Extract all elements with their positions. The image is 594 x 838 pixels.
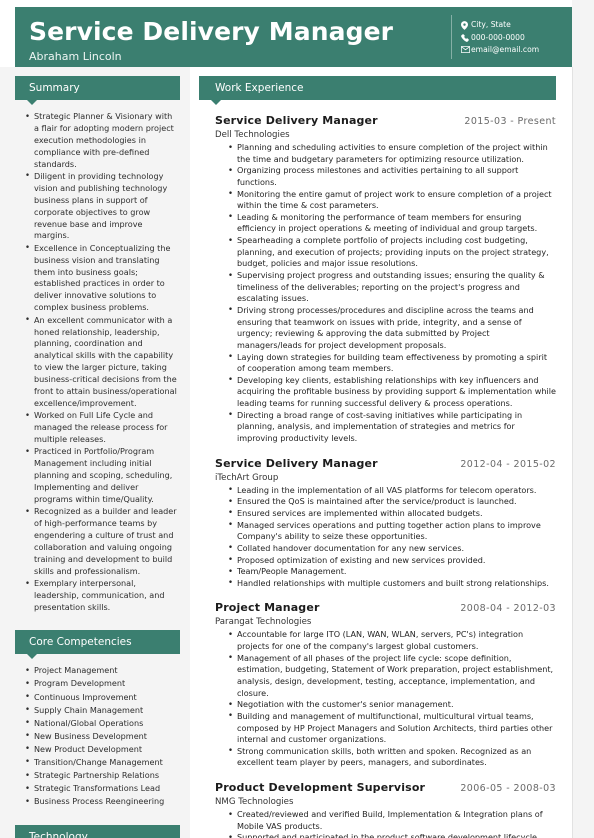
header-identity: Service Delivery Manager Abraham Lincoln — [15, 7, 451, 67]
job-company: iTechArt Group — [215, 472, 279, 483]
list-item: Spearheading a complete portfolio of pro… — [228, 235, 556, 270]
contact-location-text: City, State — [471, 20, 511, 30]
job-bullets: Accountable for large ITO (LAN, WAN, WLA… — [215, 629, 556, 769]
main-column: Work Experience Service Delivery Manager… — [190, 67, 572, 838]
job-header: Project Manager 2008-04 - 2012-03 — [215, 601, 556, 614]
list-item: Program Development — [25, 678, 178, 690]
list-item: New Product Development — [25, 743, 178, 756]
list-item: Strong communication skills, both writte… — [228, 745, 556, 769]
list-item: New Business Development — [25, 730, 178, 743]
work-experience-list: Service Delivery Manager 2015-03 - Prese… — [190, 111, 572, 838]
list-item: Supported and participated in the produc… — [228, 832, 556, 838]
job-dates: 2006-05 - 2008-03 — [460, 783, 556, 795]
list-item: Strategic Planner & Visionary with a fla… — [25, 110, 178, 170]
list-item: Team/People Management. — [228, 566, 556, 578]
page-right-margin — [572, 0, 594, 838]
section-heading-technology: Technology — [15, 825, 180, 838]
list-item: Excellence in Conceptualizing the busine… — [25, 242, 178, 314]
list-item: Business Process Reengineering — [25, 796, 178, 808]
candidate-name: Abraham Lincoln — [29, 50, 122, 64]
list-item: Leading in the implementation of all VAS… — [228, 484, 556, 497]
job-role: Service Delivery Manager — [215, 456, 378, 470]
list-item: Proposed optimization of existing and ne… — [228, 554, 556, 567]
job-header: Service Delivery Manager 2015-03 - Prese… — [215, 114, 556, 127]
job-company: Dell Technologies — [215, 130, 290, 140]
list-item: Supervising project progress and outstan… — [228, 270, 556, 305]
location-pin-icon — [461, 20, 471, 30]
job-entry: Service Delivery Manager 2012-04 - 2015-… — [215, 457, 556, 590]
list-item: Negotiation with the customer's senior m… — [228, 699, 556, 711]
list-item: Building and management of multifunction… — [228, 710, 556, 746]
list-item: Worked on Full Life Cycle and managed th… — [25, 410, 178, 446]
list-item: Driving strong processes/procedures and … — [228, 304, 556, 352]
job-entry: Project Manager 2008-04 - 2012-03 Parang… — [215, 601, 556, 769]
list-item: Strategic Transformations Lead — [25, 783, 178, 795]
job-header: Product Development Supervisor 2006-05 -… — [215, 781, 556, 794]
phone-icon — [461, 33, 471, 42]
list-item: Monitoring the entire gamut of project w… — [228, 188, 556, 212]
envelope-icon — [461, 46, 471, 53]
list-item: Recognized as a builder and leader of hi… — [25, 506, 178, 577]
page-title: Service Delivery Manager — [29, 16, 394, 46]
core-competencies-list: Project Management Program Development C… — [0, 665, 190, 808]
job-entry: Product Development Supervisor 2006-05 -… — [215, 781, 556, 838]
list-item: Handled relationships with multiple cust… — [228, 577, 556, 590]
section-heading-work-experience: Work Experience — [199, 76, 556, 105]
list-item: Leading & monitoring the performance of … — [228, 211, 556, 235]
list-item: Project Management — [25, 665, 178, 677]
job-bullets: Created/reviewed and verified Build, Imp… — [215, 809, 556, 838]
list-item: Laying down strategies for building team… — [228, 351, 556, 375]
job-dates: 2012-04 - 2015-02 — [460, 458, 556, 470]
section-summary: Summary Strategic Planner & Visionary wi… — [0, 67, 190, 614]
summary-list: Strategic Planner & Visionary with a fla… — [0, 110, 190, 614]
job-dates: 2015-03 - Present — [464, 116, 556, 127]
job-role: Service Delivery Manager — [215, 114, 378, 127]
list-item: Created/reviewed and verified Build, Imp… — [228, 809, 556, 832]
contact-phone-text: 000-000-0000 — [471, 32, 525, 42]
resume-header: Service Delivery Manager Abraham Lincoln… — [15, 7, 579, 67]
job-dates: 2008-04 - 2012-03 — [460, 603, 556, 615]
page-edge-divider — [572, 67, 573, 838]
list-item: Supply Chain Management — [25, 704, 178, 717]
job-header: Service Delivery Manager 2012-04 - 2015-… — [215, 457, 556, 470]
sidebar-column: Summary Strategic Planner & Visionary wi… — [0, 67, 190, 838]
job-role: Project Manager — [215, 601, 320, 615]
job-role: Product Development Supervisor — [215, 781, 426, 795]
list-item: National/Global Operations — [25, 717, 178, 730]
contact-email-text: email@email.com — [471, 44, 540, 54]
contact-location: City, State — [461, 20, 569, 30]
list-item: Practiced in Portfolio/Program Managemen… — [25, 446, 178, 505]
list-item: Managed services operations and putting … — [228, 519, 556, 543]
job-company: Parangat Technologies — [215, 617, 312, 628]
job-entry: Service Delivery Manager 2015-03 - Prese… — [215, 114, 556, 445]
list-item: Accountable for large ITO (LAN, WAN, WLA… — [228, 629, 556, 652]
contact-phone: 000-000-0000 — [461, 34, 569, 42]
job-company: NMG Technologies — [215, 797, 294, 808]
list-item: Organizing process milestones and activi… — [228, 165, 556, 188]
list-item: Exemplary interpersonal, leadership, com… — [25, 578, 178, 614]
list-item: An excellent communicator with a honed r… — [25, 314, 178, 410]
list-item: Ensured services are implemented within … — [228, 507, 556, 520]
resume-page: Service Delivery Manager Abraham Lincoln… — [0, 0, 594, 838]
contact-email: email@email.com — [461, 46, 569, 54]
list-item: Collated handover documentation for any … — [228, 542, 556, 555]
section-technology: Technology Microsoft Office Suite: Word,… — [0, 809, 190, 838]
section-heading-summary: Summary — [15, 76, 180, 105]
list-item: Developing key clients, establishing rel… — [228, 374, 556, 410]
job-bullets: Leading in the implementation of all VAS… — [215, 484, 556, 590]
list-item: Directing a broad range of cost-saving i… — [228, 409, 556, 445]
list-item: Continuous Improvement — [25, 691, 178, 704]
list-item: Planning and scheduling activities to en… — [228, 141, 556, 165]
list-item: Strategic Partnership Relations — [25, 770, 178, 782]
section-core-competencies: Core Competencies Project Management Pro… — [0, 614, 190, 808]
section-heading-core-competencies: Core Competencies — [15, 630, 180, 660]
list-item: Transition/Change Management — [25, 756, 178, 769]
job-bullets: Planning and scheduling activities to en… — [215, 141, 556, 445]
list-item: Diligent in providing technology vision … — [25, 170, 178, 242]
contact-block: City, State 000-000-0000 email@email.com — [451, 15, 569, 59]
list-item: Ensured the QoS is maintained after the … — [228, 496, 556, 508]
list-item: Management of all phases of the project … — [228, 652, 556, 700]
